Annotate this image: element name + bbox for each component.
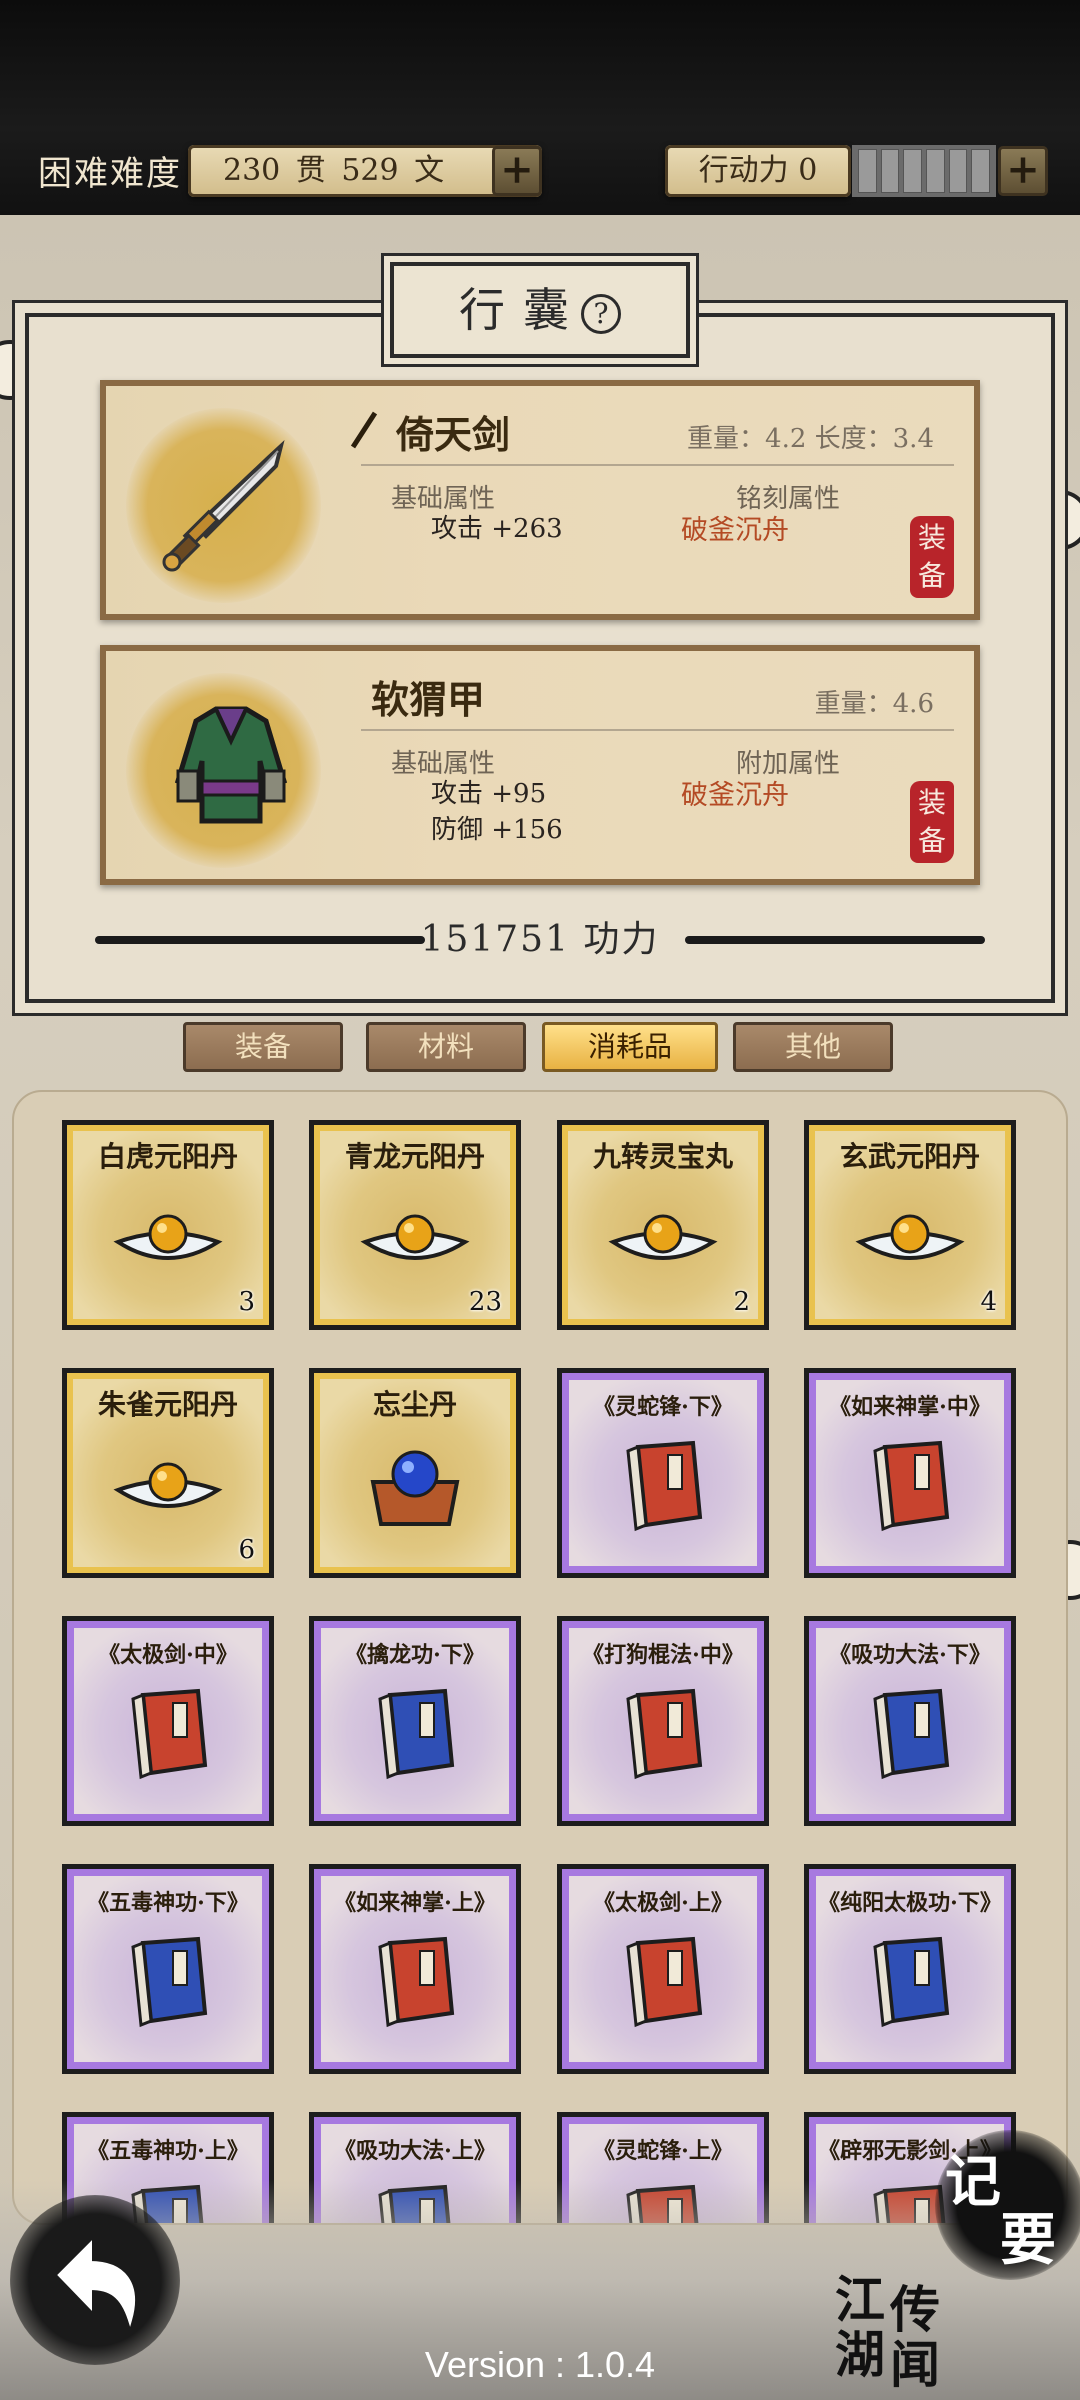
weapon-special: 破釜沉舟	[681, 515, 789, 546]
tab-0[interactable]: 装备	[183, 1022, 343, 1072]
item-count: 6	[238, 1535, 255, 1565]
inventory-slot[interactable]: 《灵蛇锋·下》	[557, 1368, 769, 1578]
notes-char-1: 记	[945, 2149, 1001, 2215]
armor-icon	[174, 706, 288, 824]
book-icon	[865, 1437, 955, 1541]
weapon-stat: 攻击 +263	[431, 514, 563, 544]
item-name: 青龙元阳丹	[344, 1140, 485, 1173]
inventory-slot[interactable]: 《吸功大法·下》	[804, 1616, 1016, 1826]
inventory-slot[interactable]: 《五毒神功·下》	[62, 1864, 274, 2074]
inventory-slot[interactable]: 《擒龙功·下》	[309, 1616, 521, 1826]
armor-stat-defense: 防御 +156	[431, 815, 563, 845]
help-icon[interactable]: ?	[581, 294, 621, 334]
item-name: 《吸功大法·上》	[334, 2138, 496, 2164]
item-count: 4	[980, 1287, 997, 1317]
item-name: 《擒龙功·下》	[345, 1642, 485, 1668]
item-count: 2	[733, 1287, 750, 1317]
tab-1[interactable]: 材料	[366, 1022, 526, 1072]
inventory-slot[interactable]: 《如来神掌·上》	[309, 1864, 521, 2074]
inventory-slot[interactable]: 《太极剑·中》	[62, 1616, 274, 1826]
inventory-slot[interactable]: 玄武元阳丹 4	[804, 1120, 1016, 1330]
item-name: 《灵蛇锋·上》	[593, 2138, 733, 2164]
inventory-slot[interactable]: 《太极剑·上》	[557, 1864, 769, 2074]
item-name: 《纯阳太极功·下》	[818, 1890, 1002, 1916]
power-total: 151751 功力	[420, 919, 660, 960]
action-points-display: 行动力 0	[665, 145, 851, 197]
weapon-divider	[361, 464, 954, 466]
book-icon	[370, 1685, 460, 1789]
inventory-slot[interactable]: 朱雀元阳丹 6	[62, 1368, 274, 1578]
tab-3[interactable]: 其他	[733, 1022, 893, 1072]
armor-stat-attack: 攻击 +95	[431, 779, 547, 809]
book-icon	[618, 1437, 708, 1541]
item-name: 《五毒神功·上》	[87, 2138, 249, 2164]
back-arrow-icon	[57, 2240, 136, 2327]
inventory-slot[interactable]: 《打狗棍法·中》	[557, 1616, 769, 1826]
item-name: 朱雀元阳丹	[97, 1388, 238, 1421]
weapon-name: 倚天剑	[396, 412, 511, 457]
armor-special: 破釜沉舟	[681, 780, 789, 811]
inventory-slot[interactable]: 《纯阳太极功·下》	[804, 1864, 1016, 2074]
item-name: 《灵蛇锋·下》	[593, 1394, 733, 1420]
item-name: 《太极剑·上》	[593, 1890, 733, 1916]
equipped-weapon-card[interactable]: 倚天剑 重量：4.2 长度：3.4 基础属性 铭刻属性 攻击 +263 破釜沉舟…	[100, 380, 980, 620]
inventory-slot[interactable]: 忘尘丹	[309, 1368, 521, 1578]
book-icon	[865, 1685, 955, 1789]
book-icon	[123, 1685, 213, 1789]
book-icon	[370, 1933, 460, 2037]
elixir-box-icon	[365, 1442, 465, 1536]
add-action-button[interactable]: +	[998, 146, 1048, 196]
pill-icon	[855, 1204, 965, 1278]
item-name: 忘尘丹	[372, 1388, 457, 1421]
pill-icon	[113, 1204, 223, 1278]
pill-icon	[608, 1204, 718, 1278]
rumors-char-3[interactable]: 传	[890, 2280, 940, 2340]
book-icon	[123, 1933, 213, 2037]
money-display: 230 贯 529 文	[188, 145, 542, 197]
item-name: 《如来神掌·中》	[829, 1394, 991, 1420]
inventory-slot[interactable]: 九转灵宝丸 2	[557, 1120, 769, 1330]
item-name: 白虎元阳丹	[97, 1140, 238, 1173]
inventory-slot[interactable]: 《如来神掌·中》	[804, 1368, 1016, 1578]
armor-name: 软猬甲	[371, 677, 486, 722]
armor-equip-stamp[interactable]: 装备	[910, 781, 954, 863]
weapon-meta: 重量：4.2 长度：3.4	[687, 424, 934, 454]
item-name: 《五毒神功·下》	[87, 1890, 249, 1916]
difficulty-label: 困难难度	[38, 154, 182, 194]
equipped-armor-card[interactable]: 软猬甲 重量：4.6 基础属性 附加属性 攻击 +95 防御 +156 破釜沉舟…	[100, 645, 980, 885]
book-icon	[618, 1685, 708, 1789]
sword-icon	[162, 439, 285, 572]
armor-meta: 重量：4.6	[814, 689, 934, 719]
item-count: 23	[468, 1287, 502, 1317]
bag-title: 行囊?	[390, 262, 690, 358]
item-name: 《吸功大法·下》	[829, 1642, 991, 1668]
item-name: 《太极剑·中》	[98, 1642, 238, 1668]
tab-2[interactable]: 消耗品	[542, 1022, 718, 1072]
book-icon	[618, 1933, 708, 2037]
inventory-grid[interactable]: 白虎元阳丹 3 青龙元阳丹 23 九转灵宝丸 2 玄武元阳丹 4 朱雀元阳丹 6 忘尘丹 《灵蛇锋·下…	[12, 1090, 1068, 2225]
pill-icon	[360, 1204, 470, 1278]
action-points-bar	[852, 145, 996, 197]
book-icon	[865, 1933, 955, 2037]
back-button[interactable]	[10, 2195, 180, 2365]
inventory-slot[interactable]: 青龙元阳丹 23	[309, 1120, 521, 1330]
item-name: 玄武元阳丹	[839, 1140, 980, 1173]
item-name: 《如来神掌·上》	[334, 1890, 496, 1916]
item-name: 《打狗棍法·中》	[582, 1642, 744, 1668]
weapon-equip-stamp[interactable]: 装备	[910, 516, 954, 598]
notes-char-2: 要	[1000, 2207, 1056, 2273]
pill-icon	[113, 1452, 223, 1526]
weapon-type-icon	[350, 411, 378, 449]
armor-divider	[361, 729, 954, 731]
version-label: Version : 1.0.4	[424, 2344, 656, 2385]
add-money-button[interactable]: +	[492, 146, 542, 196]
rumors-char-1[interactable]: 江	[835, 2270, 885, 2330]
item-name: 九转灵宝丸	[592, 1140, 733, 1173]
inventory-slot[interactable]: 白虎元阳丹 3	[62, 1120, 274, 1330]
item-count: 3	[238, 1287, 255, 1317]
